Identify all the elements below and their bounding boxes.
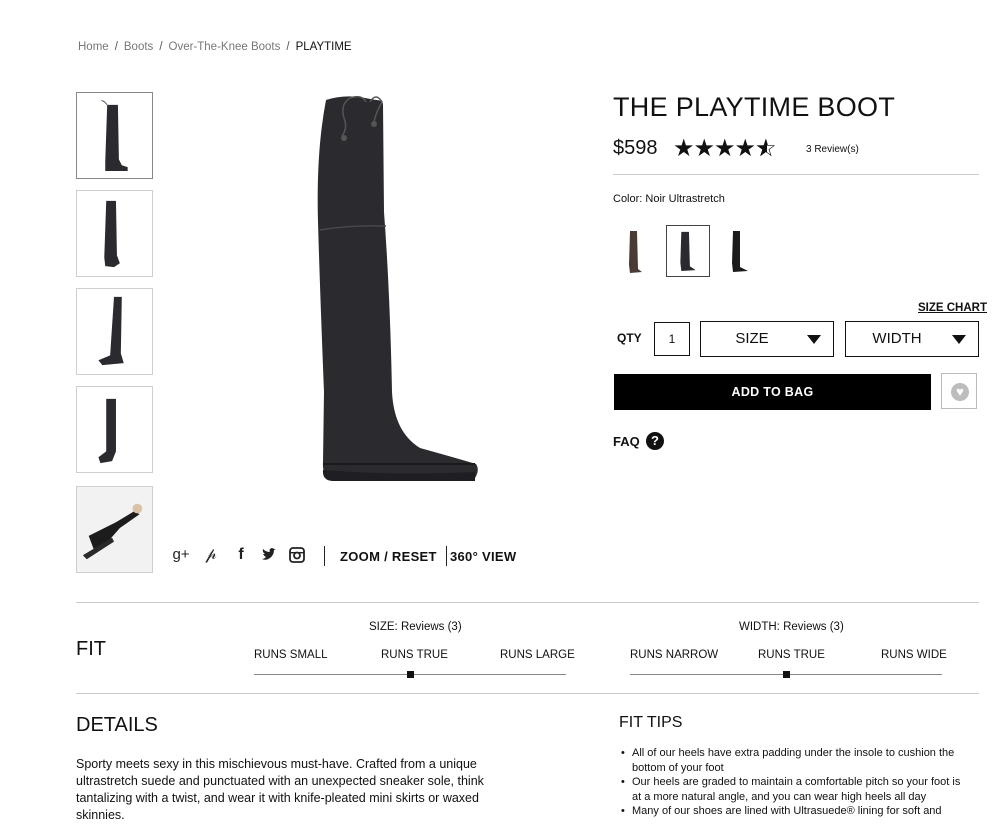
star-icon: ★ — [673, 135, 694, 162]
breadcrumb-separator: / — [159, 41, 163, 53]
size-fit-marker — [407, 671, 414, 678]
breadcrumb-link-boots[interactable]: Boots — [124, 41, 153, 53]
list-item: All of our heels have extra padding unde… — [619, 746, 969, 775]
quantity-input[interactable]: 1 — [654, 322, 690, 356]
instagram-icon[interactable] — [288, 546, 306, 569]
width-select[interactable]: WIDTH — [845, 321, 979, 357]
star-icon: ★ — [714, 135, 735, 162]
color-swatch-black[interactable] — [718, 225, 762, 277]
breadcrumb-separator: / — [114, 41, 118, 53]
fit-tips-title: FIT TIPS — [619, 714, 683, 731]
width-select-label: WIDTH — [872, 330, 922, 347]
qty-label: QTY — [617, 331, 642, 345]
pinterest-icon[interactable]: 𝓅 — [202, 546, 220, 564]
details-description: Sporty meets sexy in this mischievous mu… — [76, 757, 484, 822]
boot-thumbnail-image — [101, 100, 128, 172]
twitter-icon[interactable] — [260, 546, 278, 569]
boot-main-image — [317, 95, 478, 481]
breadcrumb-link-home[interactable]: Home — [78, 41, 109, 53]
width-reviews-heading: WIDTH: Reviews (3) — [739, 621, 844, 633]
fit-tips-list: All of our heels have extra padding unde… — [619, 746, 969, 819]
star-icon: ★ — [693, 135, 715, 162]
divider — [446, 546, 447, 566]
width-option-wide: RUNS WIDE — [881, 649, 947, 661]
size-select-label: SIZE — [735, 330, 769, 347]
model-photo-image — [77, 487, 152, 572]
divider — [76, 693, 979, 694]
list-item: Many of our shoes are lined with Ultrasu… — [619, 804, 969, 819]
size-option-true: RUNS TRUE — [381, 649, 448, 661]
fit-title: FIT — [76, 638, 106, 660]
breadcrumb-link-over-the-knee[interactable]: Over-The-Knee Boots — [169, 41, 281, 53]
reviews-link[interactable]: 3 Review(s) — [806, 144, 859, 155]
wishlist-button[interactable]: ♥ — [941, 373, 977, 409]
chevron-down-icon — [807, 335, 821, 344]
breadcrumb-current: PLAYTIME — [295, 41, 352, 53]
list-item: Our heels are graded to maintain a comfo… — [619, 775, 969, 804]
star-icon: ★ — [734, 135, 756, 162]
zoom-reset-button[interactable]: ZOOM / RESET — [340, 549, 437, 564]
size-chart-link[interactable]: SIZE CHART — [918, 302, 987, 314]
boot-thumbnail-image — [98, 296, 124, 366]
thumbnail-front-view[interactable] — [76, 190, 153, 277]
rating-stars: ★★★★☆ ★ — [673, 134, 777, 163]
size-option-small: RUNS SMALL — [254, 649, 328, 661]
view-360-button[interactable]: 360° VIEW — [450, 549, 516, 564]
main-product-image[interactable] — [270, 92, 490, 492]
chevron-down-icon — [952, 335, 966, 344]
color-swatch-brown[interactable] — [616, 225, 660, 277]
thumbnail-model-photo[interactable] — [76, 486, 153, 573]
divider — [324, 546, 325, 566]
question-icon[interactable]: ? — [646, 432, 664, 450]
faq-link[interactable]: FAQ — [613, 434, 640, 449]
breadcrumb-separator: / — [286, 41, 290, 53]
size-option-large: RUNS LARGE — [500, 649, 575, 661]
divider — [613, 174, 979, 175]
thumbnail-back-view[interactable] — [76, 386, 153, 473]
thumbnail-angle-view[interactable] — [76, 288, 153, 375]
boot-thumbnail-image — [104, 200, 120, 268]
details-title: DETAILS — [76, 714, 158, 736]
heart-icon: ♥ — [951, 383, 969, 401]
google-plus-icon[interactable]: g+ — [172, 546, 190, 564]
size-reviews-heading: SIZE: Reviews (3) — [369, 621, 462, 633]
divider — [76, 602, 979, 603]
add-to-bag-button[interactable]: ADD TO BAG — [614, 374, 931, 410]
color-label: Color: Noir Ultrastretch — [613, 193, 725, 205]
breadcrumb: Home / Boots / Over-The-Knee Boots / PLAYTIME — [78, 41, 352, 53]
boot-thumbnail-image — [98, 398, 116, 464]
product-title: THE PLAYTIME BOOT — [613, 92, 896, 122]
facebook-icon[interactable]: f — [232, 546, 250, 564]
color-swatch-noir[interactable] — [666, 225, 710, 277]
size-select[interactable]: SIZE — [700, 321, 834, 357]
width-fit-marker — [783, 671, 790, 678]
star-half-icon: ☆ ★ — [755, 135, 776, 162]
thumbnail-side-view[interactable] — [76, 92, 153, 179]
product-price: $598 — [613, 137, 658, 159]
width-option-true: RUNS TRUE — [758, 649, 825, 661]
width-option-narrow: RUNS NARROW — [630, 649, 719, 661]
